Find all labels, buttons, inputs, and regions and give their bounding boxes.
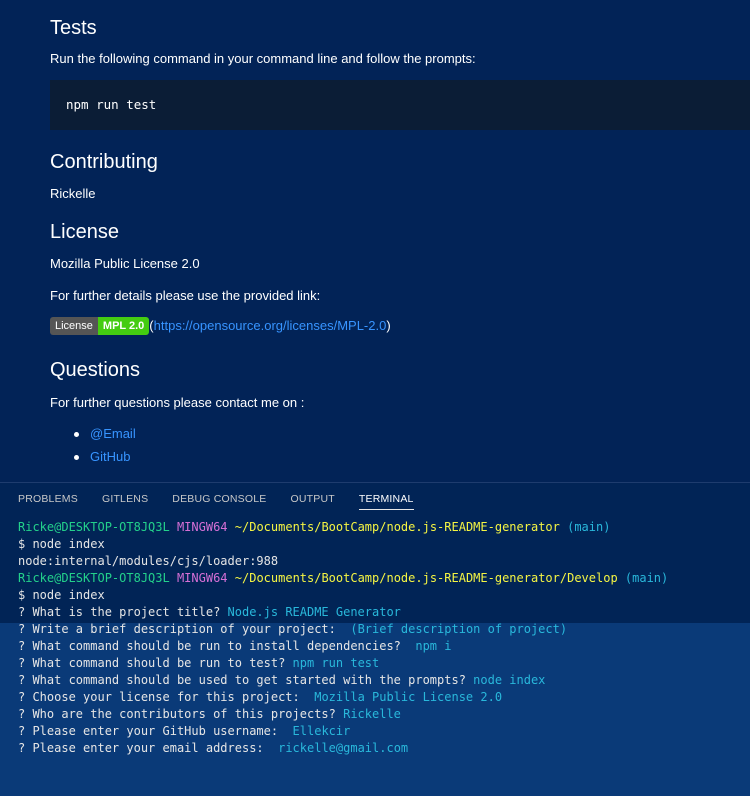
question-text: ? Please enter your GitHub username: <box>18 724 293 738</box>
questions-text: For further questions please contact me … <box>50 395 305 410</box>
bullet-icon <box>74 455 79 460</box>
prompt-path: ~/Documents/BootCamp/node.js-README-gene… <box>234 571 618 585</box>
question-text: ? What command should be run to test? <box>18 656 293 670</box>
bottom-panel: PROBLEMS GITLENS DEBUG CONSOLE OUTPUT TE… <box>0 482 750 796</box>
answer-text: Node.js README Generator <box>227 605 401 619</box>
terminal-question: ? Please enter your email address: ricke… <box>18 740 408 757</box>
terminal-question: ? What command should be run to install … <box>18 638 451 655</box>
answer-text: Mozilla Public License 2.0 <box>314 690 503 704</box>
question-text: ? What command should be run to install … <box>18 639 416 653</box>
badge-right: MPL 2.0 <box>97 317 150 335</box>
terminal-prompt-line: Ricke@DESKTOP-OT8JQ3L MINGW64 ~/Document… <box>18 570 668 587</box>
tab-gitlens[interactable]: GITLENS <box>102 493 148 510</box>
github-link[interactable]: GitHub <box>90 449 130 464</box>
list-item: @Email <box>74 425 136 443</box>
tab-debug-console[interactable]: DEBUG CONSOLE <box>172 493 266 510</box>
list-item: GitHub <box>74 448 136 466</box>
answer-text: npm run test <box>292 656 380 670</box>
markdown-preview: Tests Run the following command in your … <box>0 0 750 482</box>
terminal-question: ? What command should be used to get sta… <box>18 672 545 689</box>
license-badge[interactable]: License MPL 2.0 <box>50 317 150 335</box>
answer-text: (Brief description of project) <box>350 622 568 636</box>
question-text: ? Please enter your email address: <box>18 741 279 755</box>
question-text: ? Who are the contributors of this proje… <box>18 707 344 721</box>
code-text: npm run test <box>66 97 157 112</box>
terminal-question: ? Write a brief description of your proj… <box>18 621 567 638</box>
terminal-question: ? Who are the contributors of this proje… <box>18 706 401 723</box>
questions-heading: Questions <box>50 359 141 381</box>
code-block: npm run test <box>50 80 750 130</box>
question-text: ? Choose your license for this project: <box>18 690 315 704</box>
prompt-user: Ricke@DESKTOP-OT8JQ3L <box>18 520 170 534</box>
answer-text: node index <box>473 673 546 687</box>
contributing-heading: Contributing <box>50 151 158 173</box>
answer-text: Ellekcir <box>292 724 351 738</box>
license-heading: License <box>50 221 119 243</box>
prompt-shell: MINGW64 <box>176 571 228 585</box>
terminal-question: ? What command should be run to test? np… <box>18 655 379 672</box>
tab-problems[interactable]: PROBLEMS <box>18 493 78 510</box>
tests-heading: Tests <box>50 17 97 39</box>
terminal-question: ? What is the project title? Node.js REA… <box>18 604 401 621</box>
license-link-row: License MPL 2.0 ( https://opensource.org… <box>50 317 391 335</box>
terminal[interactable]: Ricke@DESKTOP-OT8JQ3L MINGW64 ~/Document… <box>0 519 750 796</box>
panel-tabs: PROBLEMS GITLENS DEBUG CONSOLE OUTPUT TE… <box>18 493 438 510</box>
email-link[interactable]: @Email <box>90 426 136 441</box>
prompt-shell: MINGW64 <box>176 520 228 534</box>
tab-output[interactable]: OUTPUT <box>291 493 335 510</box>
terminal-error: node:internal/modules/cjs/loader:988 <box>18 554 279 568</box>
answer-text: rickelle@gmail.com <box>278 741 409 755</box>
terminal-command: $ node index <box>18 588 105 602</box>
question-text: ? What command should be used to get sta… <box>18 673 474 687</box>
prompt-branch: (main) <box>567 520 611 534</box>
prompt-branch: (main) <box>624 571 669 585</box>
contributing-text: Rickelle <box>50 186 96 201</box>
terminal-question: ? Please enter your GitHub username: Ell… <box>18 723 350 740</box>
terminal-question: ? Choose your license for this project: … <box>18 689 502 706</box>
question-text: ? Write a brief description of your proj… <box>18 622 351 636</box>
terminal-command: $ node index <box>18 537 105 551</box>
badge-left: License <box>50 317 98 335</box>
question-text: ? What is the project title? <box>18 605 228 619</box>
tab-terminal[interactable]: TERMINAL <box>358 493 414 510</box>
license-link[interactable]: https://opensource.org/licenses/MPL-2.0 <box>154 317 387 335</box>
answer-text: Rickelle <box>343 707 401 721</box>
prompt-user: Ricke@DESKTOP-OT8JQ3L <box>18 571 170 585</box>
bullet-icon <box>74 432 79 437</box>
contact-list: @Email GitHub <box>74 425 136 466</box>
link-close-paren: ) <box>386 318 391 333</box>
license-text: Mozilla Public License 2.0 <box>50 256 200 271</box>
terminal-prompt-line: Ricke@DESKTOP-OT8JQ3L MINGW64 ~/Document… <box>18 519 610 536</box>
license-details: For further details please use the provi… <box>50 288 321 303</box>
answer-text: npm i <box>415 639 452 653</box>
prompt-path: ~/Documents/BootCamp/node.js-README-gene… <box>234 520 560 534</box>
tests-instruction: Run the following command in your comman… <box>50 51 476 66</box>
